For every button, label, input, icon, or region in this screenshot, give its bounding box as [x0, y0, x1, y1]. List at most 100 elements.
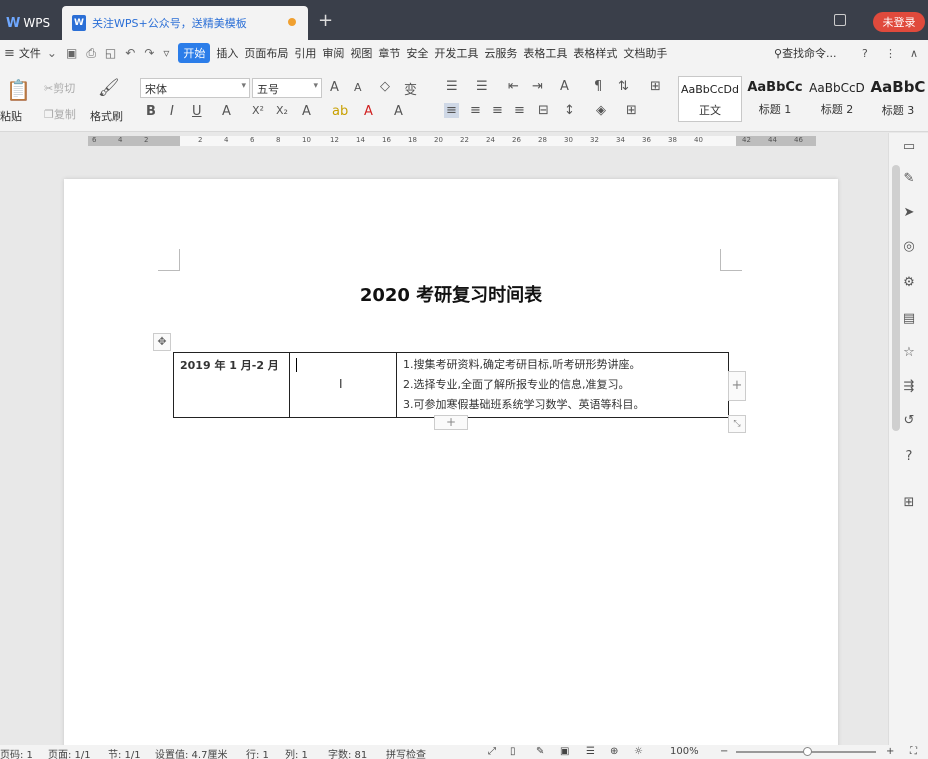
save-icon[interactable]: ▣	[66, 46, 77, 60]
app-tab[interactable]: W WPS	[0, 6, 62, 40]
edit-pen-icon[interactable]: ✎	[901, 171, 917, 187]
menu-tab-table-style[interactable]: 表格样式	[573, 45, 617, 61]
menu-tab-chapter[interactable]: 章节	[378, 45, 400, 61]
dropdown-chevron-icon[interactable]: ⌄	[47, 46, 57, 60]
decrease-indent-icon[interactable]: ⇤	[508, 79, 519, 94]
zoom-slider-knob[interactable]	[803, 747, 812, 756]
table-cell-period[interactable]: 2019 年 1 月-2 月	[173, 352, 290, 418]
align-right-icon[interactable]: ≡	[492, 103, 503, 118]
adjust-settings-icon[interactable]: ⚙	[901, 275, 917, 291]
zoom-level[interactable]: 100%	[670, 746, 699, 757]
bullets-icon[interactable]: ☰	[446, 79, 458, 94]
menu-tab-cloud[interactable]: 云服务	[484, 45, 517, 61]
new-tab-button[interactable]: +	[318, 10, 333, 31]
collapse-ribbon-icon[interactable]: ∧	[910, 47, 918, 60]
fit-window-icon[interactable]: ⛶	[910, 746, 917, 757]
shrink-font-icon[interactable]: A	[354, 81, 362, 94]
format-painter-button[interactable]: 格式刷	[90, 108, 123, 124]
paste-button[interactable]: 粘贴	[0, 108, 22, 124]
document-page[interactable]: 2020 考研复习时间表 ✥ 2019 年 1 月-2 月 I 1.搜集考研资料…	[64, 179, 838, 759]
menu-tab-page-layout[interactable]: 页面布局	[244, 45, 288, 61]
shapes-icon[interactable]: ◎	[901, 239, 917, 255]
bold-icon[interactable]: B	[146, 104, 156, 119]
document-tab[interactable]: W 关注WPS+公众号，送精美模板	[62, 6, 308, 40]
menu-file[interactable]: 文件	[19, 45, 41, 61]
zoom-in-icon[interactable]: +	[886, 746, 894, 757]
show-marks-icon[interactable]: ¶	[594, 79, 602, 94]
document-canvas[interactable]: 2020 考研复习时间表 ✥ 2019 年 1 月-2 月 I 1.搜集考研资料…	[0, 149, 888, 759]
paste-icon[interactable]: 📋	[6, 78, 31, 102]
horizontal-ruler[interactable]: 6 4 2 2 4 6 8 10 12 14 16 18 20 22 24 26…	[0, 133, 888, 149]
menu-tab-table-tools[interactable]: 表格工具	[523, 45, 567, 61]
page-view-icon[interactable]: ▣	[560, 746, 569, 757]
menu-tab-security[interactable]: 安全	[406, 45, 428, 61]
menu-tab-review[interactable]: 审阅	[322, 45, 344, 61]
cut-button[interactable]: ✂剪切	[44, 80, 75, 96]
subscript-icon[interactable]: X₂	[276, 104, 288, 117]
chinese-layout-icon[interactable]: A	[560, 79, 569, 94]
add-row-button[interactable]: +	[434, 415, 468, 430]
format-painter-icon[interactable]: 🖌	[98, 78, 120, 98]
table-cell-middle[interactable]: I	[289, 352, 397, 418]
align-left-icon[interactable]: ≡	[444, 103, 459, 118]
hamburger-icon[interactable]: ≡	[4, 46, 15, 61]
style-heading-1[interactable]: AaBbCc 标题 1	[744, 76, 806, 122]
border-line-icon[interactable]: ⊞	[626, 103, 637, 118]
outline-view-icon[interactable]: ☰	[586, 746, 595, 757]
font-color-icon[interactable]: A	[364, 104, 373, 119]
increase-indent-icon[interactable]: ⇥	[532, 79, 543, 94]
grow-font-icon[interactable]: A	[330, 80, 339, 95]
table-move-handle-icon[interactable]: ✥	[153, 333, 171, 351]
eye-protect-icon[interactable]: ☼	[634, 746, 643, 757]
window-mode-icon[interactable]	[834, 14, 846, 26]
login-button[interactable]: 未登录	[873, 12, 925, 32]
font-size-select[interactable]: 五号	[252, 78, 322, 98]
underline-icon[interactable]: U	[192, 104, 202, 119]
add-column-button[interactable]: +	[728, 371, 746, 401]
sort-icon[interactable]: ⇅	[618, 79, 629, 94]
read-mode-icon[interactable]: ▯	[510, 746, 516, 757]
superscript-icon[interactable]: X²	[252, 104, 264, 117]
schedule-table[interactable]: 2019 年 1 月-2 月 I 1.搜集考研资料,确定考研目标,听考研形势讲座…	[173, 352, 729, 418]
borders-icon[interactable]: ⊞	[650, 79, 661, 94]
print-preview-icon[interactable]: ◱	[105, 46, 116, 60]
font-name-select[interactable]: 宋体	[140, 78, 250, 98]
star-icon[interactable]: ☆	[901, 345, 917, 361]
share-icon[interactable]: ⇶	[901, 379, 917, 395]
justify-icon[interactable]: ≡	[514, 103, 525, 118]
document-title[interactable]: 2020 考研复习时间表	[64, 281, 838, 307]
undo-icon[interactable]: ↶	[125, 46, 135, 60]
redo-icon[interactable]: ↷	[144, 46, 154, 60]
history-icon[interactable]: ↺	[901, 413, 917, 429]
menu-tab-view[interactable]: 视图	[350, 45, 372, 61]
select-pointer-icon[interactable]: ➤	[901, 205, 917, 221]
status-page[interactable]: 页面: 1/1	[48, 746, 91, 759]
print-icon[interactable]: ⎙	[86, 46, 96, 61]
shading-icon[interactable]: ◈	[596, 103, 606, 118]
italic-icon[interactable]: I	[170, 104, 174, 119]
strikethrough-icon[interactable]: A	[222, 104, 231, 119]
help-icon[interactable]: ?	[862, 47, 868, 60]
menu-tab-home[interactable]: 开始	[178, 43, 211, 63]
table-cell-tasks[interactable]: 1.搜集考研资料,确定考研目标,听考研形势讲座。 2.选择专业,全面了解所报专业…	[396, 352, 729, 418]
status-spellcheck[interactable]: 拼写检查	[386, 746, 426, 759]
fullscreen-icon[interactable]: ⤢	[488, 746, 496, 757]
table-resize-handle-icon[interactable]: ⤡	[728, 415, 746, 433]
style-normal[interactable]: AaBbCcDd 正文	[678, 76, 742, 122]
zoom-out-icon[interactable]: −	[720, 746, 728, 757]
write-mode-icon[interactable]: ✎	[536, 746, 544, 757]
sidebar-collapse-icon[interactable]: ▭	[901, 139, 917, 155]
copy-button[interactable]: ❐复制	[44, 106, 76, 122]
quick-access-more-icon[interactable]: ▿	[163, 46, 169, 60]
status-word-count[interactable]: 字数: 81	[328, 746, 367, 759]
align-center-icon[interactable]: ≡	[470, 103, 481, 118]
command-search[interactable]: ⚲查找命令...	[774, 45, 837, 61]
grid-apps-icon[interactable]: ⊞	[901, 495, 917, 511]
style-heading-3[interactable]: AaBbC 标题 3	[868, 76, 928, 122]
distribute-icon[interactable]: ⊟	[538, 103, 549, 118]
vertical-scrollbar[interactable]	[892, 165, 900, 431]
style-heading-2[interactable]: AaBbCcD 标题 2	[806, 76, 868, 122]
help-circle-icon[interactable]: ?	[901, 449, 917, 465]
text-effect-icon[interactable]: A	[302, 104, 311, 119]
char-shading-icon[interactable]: A	[394, 104, 403, 119]
